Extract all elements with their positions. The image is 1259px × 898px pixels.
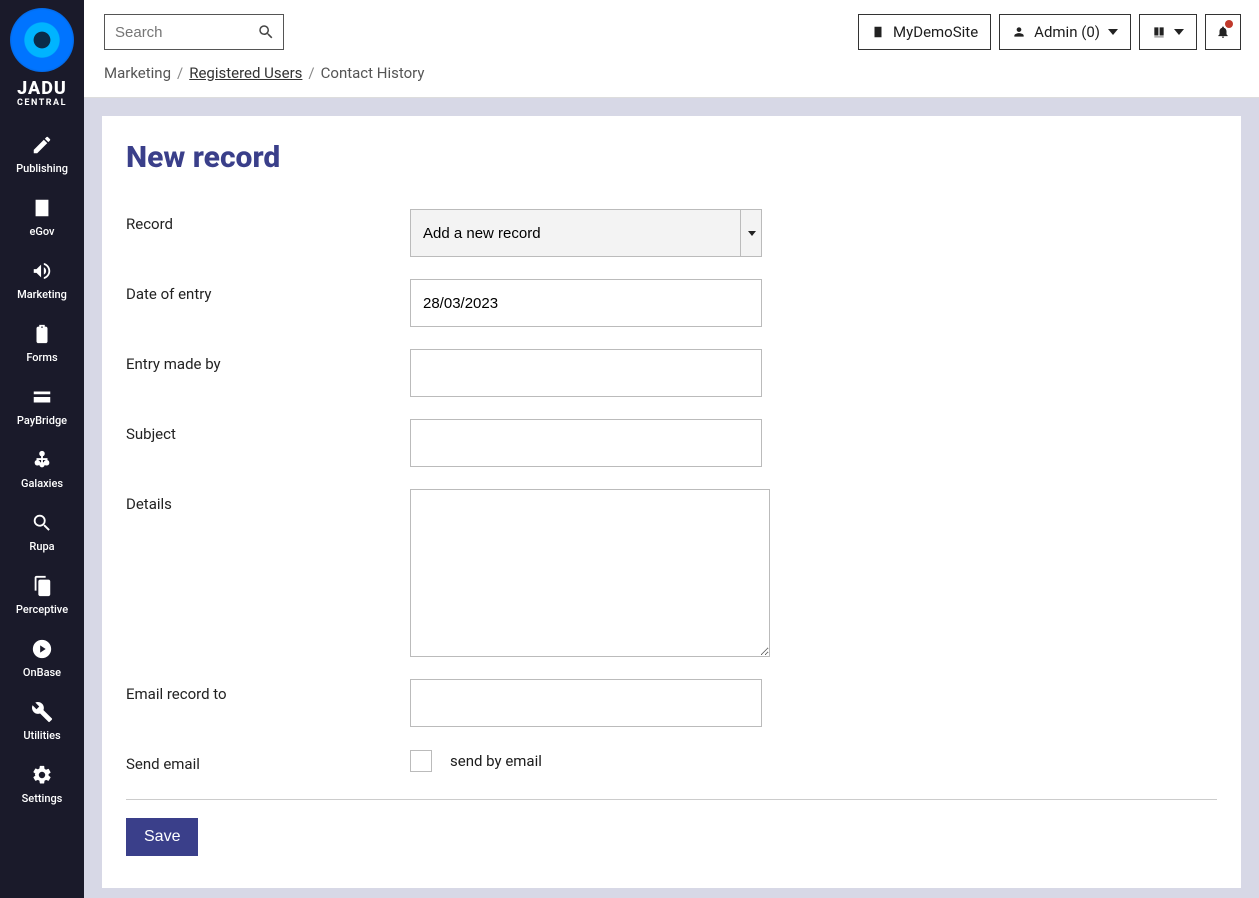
search-box[interactable] (104, 14, 284, 50)
send-email-checkbox-label: send by email (450, 752, 542, 770)
subject-label: Subject (126, 419, 410, 467)
sidebar-item-label: Marketing (17, 288, 67, 301)
page-title: New record (126, 140, 1217, 175)
sidebar-item-label: Galaxies (21, 477, 63, 490)
user-menu-button[interactable]: Admin (0) (999, 14, 1131, 50)
sidebar-item-label: Publishing (16, 162, 68, 175)
record-select[interactable]: Add a new record (410, 209, 762, 257)
sidebar-item-label: Utilities (23, 729, 60, 742)
clipboard-icon (31, 323, 53, 345)
sidebar-item-label: PayBridge (17, 414, 67, 427)
brand-text: JADU CENTRAL (17, 80, 67, 108)
sitemap-icon (31, 449, 53, 471)
sidebar-item-settings[interactable]: Settings (0, 754, 84, 817)
sidebar-item-label: OnBase (23, 666, 61, 679)
sidebar: JADU CENTRAL Publishing eGov Marketing F… (0, 0, 84, 898)
send-email-checkbox[interactable] (410, 750, 432, 772)
notifications-button[interactable] (1205, 14, 1241, 50)
sidebar-item-perceptive[interactable]: Perceptive (0, 565, 84, 628)
card-icon (31, 386, 53, 408)
building-icon (31, 197, 53, 219)
sidebar-item-paybridge[interactable]: PayBridge (0, 376, 84, 439)
book-icon (1152, 25, 1166, 39)
topbar-buttons: MyDemoSite Admin (0) (858, 14, 1241, 50)
email-to-input[interactable] (410, 679, 762, 727)
sidebar-item-publishing[interactable]: Publishing (0, 124, 84, 187)
date-input[interactable] (410, 279, 762, 327)
entry-made-by-label: Entry made by (126, 349, 410, 397)
details-label: Details (126, 489, 410, 657)
breadcrumb-sep: / (308, 64, 314, 82)
brand-logo (10, 8, 74, 72)
breadcrumb-item: Marketing (104, 64, 171, 82)
record-label: Record (126, 209, 410, 257)
email-to-label: Email record to (126, 679, 410, 727)
gear-icon (31, 764, 53, 786)
building-small-icon (871, 25, 885, 39)
site-selector-button[interactable]: MyDemoSite (858, 14, 991, 50)
books-menu-button[interactable] (1139, 14, 1197, 50)
brand-line2: CENTRAL (17, 99, 67, 108)
main: New record Record Add a new record Date … (84, 98, 1259, 898)
sidebar-item-egov[interactable]: eGov (0, 187, 84, 250)
caret-down-icon (1108, 29, 1118, 35)
send-email-group: send by email (410, 749, 542, 773)
record-select-wrapper: Add a new record (410, 209, 762, 257)
breadcrumb-item-link[interactable]: Registered Users (189, 64, 302, 82)
brand-line1: JADU (17, 80, 67, 99)
search-icon (31, 512, 53, 534)
play-circle-icon (31, 638, 53, 660)
user-label: Admin (0) (1034, 23, 1100, 41)
subject-input[interactable] (410, 419, 762, 467)
sidebar-item-label: Rupa (29, 540, 54, 553)
divider (126, 799, 1217, 800)
sidebar-item-rupa[interactable]: Rupa (0, 502, 84, 565)
copy-icon (31, 575, 53, 597)
date-label: Date of entry (126, 279, 410, 327)
details-textarea[interactable] (410, 489, 770, 657)
save-button[interactable]: Save (126, 818, 198, 856)
breadcrumb: Marketing / Registered Users / Contact H… (84, 50, 1259, 82)
nav-list: Publishing eGov Marketing Forms PayBridg… (0, 124, 84, 817)
notification-dot (1225, 20, 1233, 28)
bullhorn-icon (31, 260, 53, 282)
search-input[interactable] (105, 24, 245, 41)
sidebar-item-marketing[interactable]: Marketing (0, 250, 84, 313)
sidebar-item-label: Forms (26, 351, 57, 364)
entry-made-by-input[interactable] (410, 349, 762, 397)
breadcrumb-sep: / (177, 64, 183, 82)
topbar: MyDemoSite Admin (0) Marketing / Registe… (84, 0, 1259, 98)
sidebar-item-onbase[interactable]: OnBase (0, 628, 84, 691)
breadcrumb-item: Contact History (321, 64, 425, 82)
caret-down-icon (1174, 29, 1184, 35)
person-icon (1012, 25, 1026, 39)
wrench-icon (31, 701, 53, 723)
sidebar-item-utilities[interactable]: Utilities (0, 691, 84, 754)
search-icon (257, 23, 275, 41)
sidebar-item-galaxies[interactable]: Galaxies (0, 439, 84, 502)
send-email-label: Send email (126, 749, 410, 773)
form-card: New record Record Add a new record Date … (102, 116, 1241, 888)
sidebar-item-forms[interactable]: Forms (0, 313, 84, 376)
sidebar-item-label: Perceptive (16, 603, 68, 616)
sidebar-item-label: eGov (29, 225, 54, 238)
sidebar-item-label: Settings (22, 792, 63, 805)
site-name: MyDemoSite (893, 23, 978, 41)
pencil-icon (31, 134, 53, 156)
